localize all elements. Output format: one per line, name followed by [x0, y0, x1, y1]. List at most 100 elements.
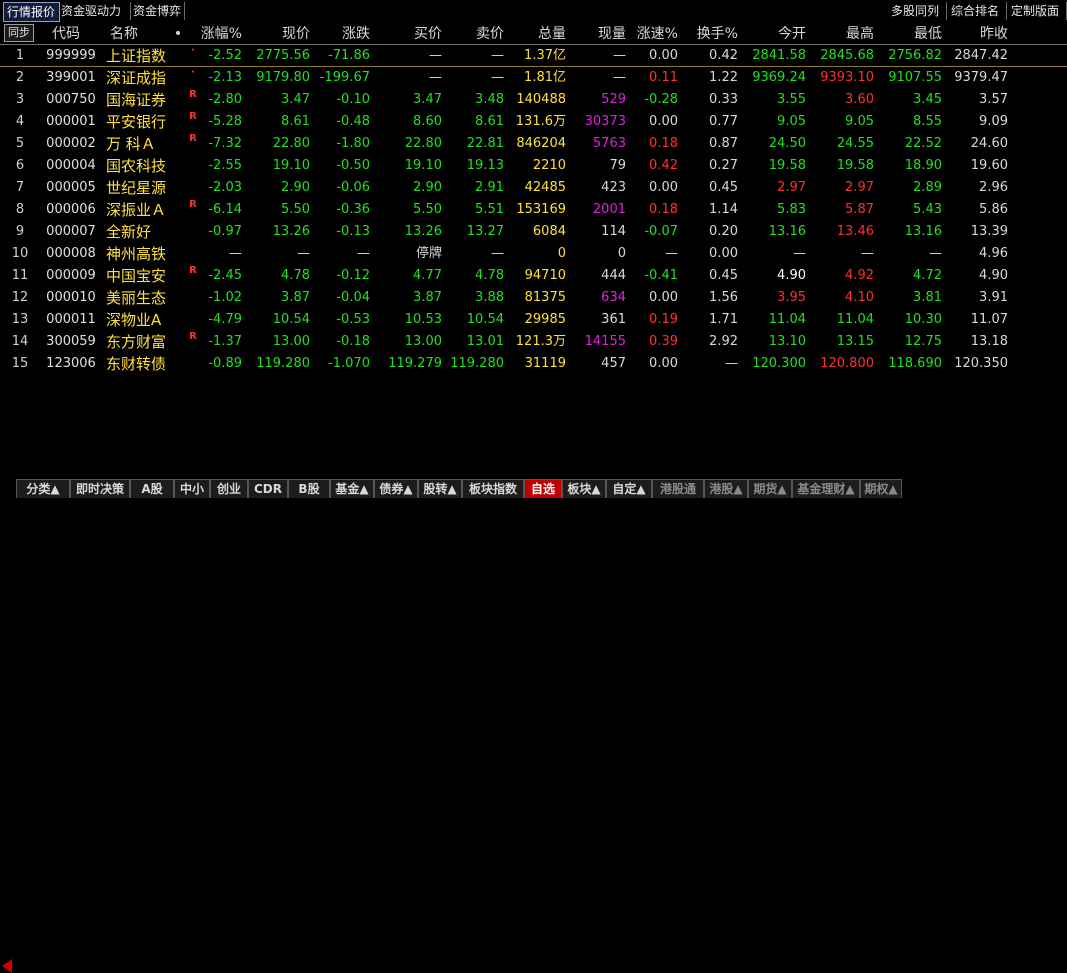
stock-code: 000011: [46, 312, 96, 327]
table-row[interactable]: 13 000011 深物业A -4.79 10.54 -0.53 10.53 10.54 299…: [0, 309, 1067, 331]
bottom-tab-2[interactable]: A股: [130, 479, 174, 498]
row-index: 13: [11, 312, 29, 327]
table-row[interactable]: 7 000005 世纪星源 -2.03 2.90 -0.06 2.90 2.91 42485 42…: [0, 177, 1067, 199]
col-header-spd[interactable]: 涨速%: [628, 25, 678, 43]
col-header-ask[interactable]: 卖价: [444, 25, 504, 43]
table-row[interactable]: 5 000002 万 科Ａ R -7.32 22.80 -1.80 22.80 22.81 846…: [0, 133, 1067, 155]
cell-bid: 停牌: [415, 246, 442, 261]
table-row[interactable]: 4 000001 平安银行 R -5.28 8.61 -0.48 8.60 8.61 131.6万…: [0, 111, 1067, 133]
cell-high: 5.87: [845, 202, 874, 217]
cell-open: —: [793, 246, 806, 261]
bottom-tab-11[interactable]: 自选: [524, 479, 562, 498]
bottom-tab-0[interactable]: 分类▲: [16, 479, 70, 498]
table-row[interactable]: 8 000006 深振业Ａ R -6.14 5.50 -0.36 5.50 5.51 153169…: [0, 199, 1067, 221]
table-row[interactable]: 1 999999 上证指数 · -2.52 2775.56 -71.86— —1.37亿 —0.…: [0, 45, 1067, 67]
bottom-tab-7[interactable]: 基金▲: [330, 479, 374, 498]
stock-name: 国农科技: [106, 157, 167, 175]
cell-high: 2.97: [845, 180, 874, 195]
cell-bid: 8.60: [413, 114, 442, 129]
bottom-tab-13[interactable]: 自定▲: [606, 479, 652, 498]
stock-code: 123006: [46, 356, 96, 371]
cell-low: 8.55: [913, 114, 942, 129]
bottom-tab-3[interactable]: 中小: [174, 479, 210, 498]
bottom-tab-16[interactable]: 期货▲: [748, 479, 792, 498]
bottom-tab-4[interactable]: 创业: [210, 479, 248, 498]
top-right-tab-1[interactable]: 综合排名: [948, 2, 1007, 20]
stock-code: 399001: [46, 70, 96, 85]
row-index: 10: [11, 246, 29, 261]
cell-prev: 2847.42: [954, 48, 1008, 63]
table-row[interactable]: 2 399001 深证成指 · -2.13 9179.80 -199.67— —1.81亿 —0…: [0, 67, 1067, 89]
col-header-code[interactable]: 代码: [44, 25, 88, 43]
scroll-left-icon[interactable]: [2, 959, 12, 973]
row-index: 9: [15, 224, 25, 239]
top-right-tab-0[interactable]: 多股同列: [888, 2, 947, 20]
bottom-tab-1[interactable]: 即时决策: [70, 479, 130, 498]
table-row[interactable]: 10 000008 神州高铁 — — — 停牌 —0 0—0.00— — —4.96: [0, 243, 1067, 265]
col-header-name[interactable]: 名称: [110, 25, 170, 43]
cell-high: 24.55: [836, 136, 874, 151]
bottom-tab-10[interactable]: 板块指数: [462, 479, 524, 498]
table-row[interactable]: 9 000007 全新好 -0.97 13.26 -0.13 13.26 13.27 6084 1…: [0, 221, 1067, 243]
bottom-tab-12[interactable]: 板块▲: [562, 479, 606, 498]
col-header-low[interactable]: 最低: [876, 25, 942, 43]
bottom-tab-6[interactable]: B股: [288, 479, 330, 498]
col-header-price[interactable]: 现价: [244, 25, 310, 43]
table-row[interactable]: 15 123006 东财转债 -0.89 119.280 -1.070 119.279 119…: [0, 353, 1067, 375]
col-header-dot[interactable]: •: [170, 25, 186, 43]
col-header-open[interactable]: 今开: [740, 25, 806, 43]
stock-code: 000750: [46, 92, 96, 107]
cell-ask: —: [491, 70, 504, 85]
col-header-bid[interactable]: 买价: [380, 25, 442, 43]
cell-high: 120.800: [820, 356, 874, 371]
cell-prev: 13.39: [970, 224, 1008, 239]
cell-vol: 29985: [524, 312, 566, 327]
cell-price: 4.78: [281, 268, 310, 283]
col-header-high[interactable]: 最高: [808, 25, 874, 43]
table-row[interactable]: 11 000009 中国宝安 R -2.45 4.78 -0.12 4.77 4.78 94710…: [0, 265, 1067, 287]
cell-vol: 1.37亿: [524, 48, 566, 63]
col-header-cur[interactable]: 现量: [568, 25, 626, 43]
cell-bid: 13.00: [404, 334, 442, 349]
cell-bid: 3.47: [413, 92, 442, 107]
top-right-tab-2[interactable]: 定制版面: [1008, 2, 1067, 20]
cell-cur: 634: [601, 290, 626, 305]
cell-turn: 0.42: [709, 48, 738, 63]
table-row[interactable]: 6 000004 国农科技 -2.55 19.10 -0.50 19.10 19.13 2210…: [0, 155, 1067, 177]
stock-code: 000004: [46, 158, 96, 173]
cell-cur: 14155: [584, 334, 626, 349]
table-row[interactable]: 12 000010 美丽生态 -1.02 3.87 -0.04 3.87 3.88 81375 6…: [0, 287, 1067, 309]
table-row[interactable]: 3 000750 国海证券 R -2.80 3.47 -0.10 3.47 3.48 140488…: [0, 89, 1067, 111]
table-row[interactable]: 14 300059 东方财富 R -1.37 13.00 -0.18 13.00 13.01 12…: [0, 331, 1067, 353]
cell-prev: 3.91: [979, 290, 1008, 305]
cell-open: 120.300: [752, 356, 806, 371]
cell-ask: 8.61: [475, 114, 504, 129]
cell-price: 3.87: [281, 290, 310, 305]
cell-open: 9369.24: [752, 70, 806, 85]
col-header-prev[interactable]: 昨收: [944, 25, 1008, 43]
cell-spd: -0.28: [644, 92, 678, 107]
top-tab-0[interactable]: 行情报价: [3, 2, 60, 22]
bottom-tab-15[interactable]: 港股▲: [704, 479, 748, 498]
cell-spd: 0.00: [649, 114, 678, 129]
stock-name: 万 科Ａ: [106, 135, 156, 153]
col-header-vol[interactable]: 总量: [506, 25, 566, 43]
bottom-tab-14[interactable]: 港股通: [652, 479, 704, 498]
cell-cur: 444: [601, 268, 626, 283]
col-header-turn[interactable]: 换手%: [680, 25, 738, 43]
cell-low: 2.89: [913, 180, 942, 195]
cell-low: 118.690: [888, 356, 942, 371]
stock-code: 000006: [46, 202, 96, 217]
bottom-tab-8[interactable]: 债券▲: [374, 479, 418, 498]
bottom-tab-5[interactable]: CDR: [248, 479, 288, 498]
cell-open: 9.05: [777, 114, 806, 129]
col-header-chg[interactable]: 涨跌: [312, 25, 370, 43]
stock-code: 000010: [46, 290, 96, 305]
cell-ask: 3.48: [475, 92, 504, 107]
bottom-tab-17[interactable]: 基金理财▲: [792, 479, 860, 498]
cell-cur: 457: [601, 356, 626, 371]
top-tab-1[interactable]: 资金驱动力: [58, 2, 131, 20]
bottom-tab-9[interactable]: 股转▲: [418, 479, 462, 498]
bottom-tab-18[interactable]: 期权▲: [860, 479, 902, 498]
top-tab-2[interactable]: 资金博弈: [130, 2, 185, 20]
